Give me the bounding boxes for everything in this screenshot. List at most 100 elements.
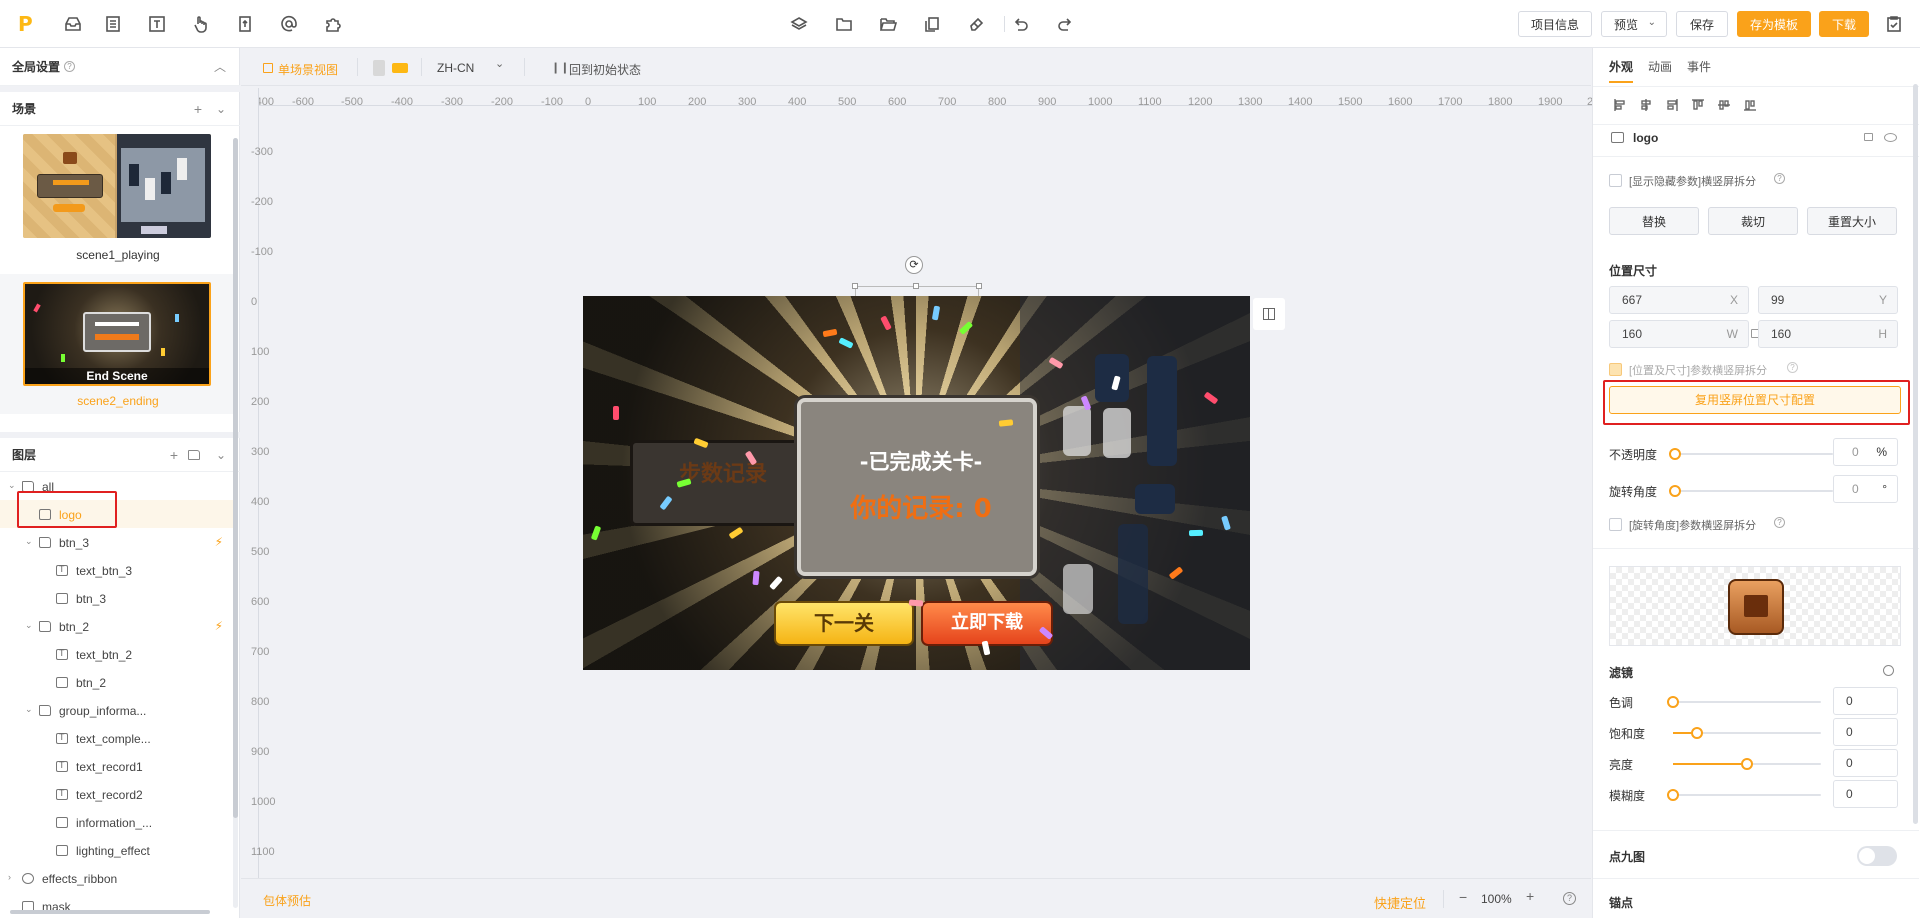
saturation-input[interactable]: 0: [1833, 718, 1898, 746]
folder-icon[interactable]: [832, 12, 856, 36]
layer-item-text-record1[interactable]: text_record1: [0, 752, 236, 780]
text-icon[interactable]: [145, 12, 169, 36]
position-split-checkbox[interactable]: [1609, 363, 1622, 376]
language-select[interactable]: ZH-CN ⌄: [435, 56, 515, 78]
chevron-right-icon[interactable]: ›: [8, 872, 11, 882]
left-scrollbar-thumb[interactable]: [233, 138, 238, 818]
blur-input[interactable]: 0: [1833, 780, 1898, 808]
upload-icon[interactable]: [233, 12, 257, 36]
at-icon[interactable]: [277, 12, 301, 36]
scene-card-scene1[interactable]: scene1_playing: [0, 128, 236, 268]
slider-knob[interactable]: [1667, 789, 1679, 801]
x-input[interactable]: 667 X: [1609, 286, 1749, 314]
layer-item-lighting-effect[interactable]: lighting_effect: [0, 836, 236, 864]
resize-handle[interactable]: [913, 283, 919, 289]
inbox-icon[interactable]: [61, 12, 85, 36]
slider-knob[interactable]: [1741, 758, 1753, 770]
filter-reset-icon[interactable]: [1883, 665, 1894, 676]
align-center-h-icon[interactable]: [1639, 98, 1655, 112]
eraser-icon[interactable]: [964, 12, 988, 36]
help-icon[interactable]: ?: [1563, 892, 1576, 905]
chevron-up-icon[interactable]: ︿: [214, 58, 226, 75]
layer-item-group-informa[interactable]: ⌄ group_informa...: [0, 696, 236, 724]
download-now-button[interactable]: 立即下载: [921, 601, 1053, 646]
help-icon[interactable]: ?: [1787, 362, 1798, 373]
help-icon[interactable]: ?: [1774, 173, 1785, 184]
bg-color-swatch-yellow[interactable]: [392, 63, 408, 73]
layer-item-btn-2[interactable]: btn_2: [0, 668, 236, 696]
bg-color-swatch-gray[interactable]: [373, 60, 385, 76]
project-info-button[interactable]: 项目信息: [1518, 11, 1592, 37]
width-input[interactable]: 160 W: [1609, 320, 1749, 348]
hand-icon[interactable]: [189, 12, 213, 36]
slider-knob[interactable]: [1669, 448, 1681, 460]
layer-item-btn-2[interactable]: ⌄ btn_2 ⚡: [0, 612, 236, 640]
layout-icon[interactable]: [101, 12, 125, 36]
save-template-button[interactable]: 存为模板: [1737, 11, 1811, 37]
help-icon[interactable]: ?: [1774, 517, 1785, 528]
opacity-slider[interactable]: [1669, 448, 1833, 460]
chevron-down-icon[interactable]: ⌄: [216, 102, 226, 116]
bolt-icon[interactable]: ⚡: [215, 535, 223, 549]
add-scene-icon[interactable]: +: [194, 101, 202, 117]
y-input[interactable]: 99 Y: [1758, 286, 1898, 314]
package-estimate-link[interactable]: 包体预估: [263, 892, 311, 909]
right-scrollbar-thumb[interactable]: [1913, 84, 1918, 824]
global-settings-header[interactable]: 全局设置 ? ︿: [0, 48, 240, 86]
layer-item-effects-ribbon[interactable]: › effects_ribbon: [0, 864, 236, 892]
tab-appearance[interactable]: 外观: [1609, 58, 1634, 83]
help-icon[interactable]: ?: [64, 61, 76, 72]
tab-animation[interactable]: 动画: [1648, 58, 1672, 75]
rotation-slider[interactable]: [1669, 485, 1833, 497]
bolt-icon[interactable]: ⚡: [215, 619, 223, 633]
align-middle-v-icon[interactable]: [1717, 98, 1733, 112]
brightness-slider[interactable]: [1673, 758, 1821, 770]
resize-handle[interactable]: [976, 283, 982, 289]
chevron-down-icon[interactable]: ⌄: [25, 704, 33, 715]
slider-knob[interactable]: [1669, 485, 1681, 497]
puzzle-icon[interactable]: [321, 12, 345, 36]
undo-icon[interactable]: [1009, 12, 1033, 36]
brightness-input[interactable]: 0: [1833, 749, 1898, 777]
save-button[interactable]: 保存: [1676, 11, 1728, 37]
layout-toggle-icon[interactable]: [1253, 298, 1285, 330]
layers-icon[interactable]: [787, 12, 811, 36]
download-button[interactable]: 下载: [1819, 11, 1869, 37]
rotation-input[interactable]: 0 °: [1833, 475, 1898, 503]
align-top-icon[interactable]: [1691, 98, 1707, 112]
layer-item-text-btn-2[interactable]: text_btn_2: [0, 640, 236, 668]
preview-dropdown[interactable]: 预览 ⌄: [1601, 11, 1667, 37]
zoom-out-button[interactable]: −: [1459, 889, 1467, 905]
redo-icon[interactable]: [1053, 12, 1077, 36]
chevron-down-icon[interactable]: ⌄: [25, 536, 33, 547]
rotate-handle[interactable]: ⟳: [905, 256, 923, 274]
resize-handle[interactable]: [852, 283, 858, 289]
add-layer-icon[interactable]: +: [170, 447, 178, 463]
hue-slider[interactable]: [1667, 696, 1821, 708]
align-left-icon[interactable]: [1613, 98, 1629, 112]
single-scene-view[interactable]: 单场景视图: [278, 61, 338, 78]
lock-icon[interactable]: [1864, 133, 1873, 141]
opacity-input[interactable]: 0%: [1833, 438, 1898, 466]
reset-state-button[interactable]: 回到初始状态: [569, 61, 641, 78]
zoom-in-button[interactable]: +: [1526, 888, 1534, 904]
scene-card-scene2[interactable]: End Scene scene2_ending: [0, 274, 236, 414]
copy-icon[interactable]: [920, 12, 944, 36]
layer-item-text-record2[interactable]: text_record2: [0, 780, 236, 808]
eye-icon[interactable]: [1884, 133, 1897, 142]
rotation-split-checkbox[interactable]: [1609, 518, 1622, 531]
replace-button[interactable]: 替换: [1609, 207, 1699, 235]
chevron-down-icon[interactable]: ⌄: [8, 480, 16, 491]
quick-locate-link[interactable]: 快捷定位: [1374, 893, 1426, 912]
layer-item-btn-3[interactable]: ⌄ btn_3 ⚡: [0, 528, 236, 556]
slider-knob[interactable]: [1667, 696, 1679, 708]
crop-button[interactable]: 裁切: [1708, 207, 1798, 235]
next-level-button[interactable]: 下一关: [774, 601, 914, 646]
layer-item-mask[interactable]: mask: [0, 892, 236, 918]
checklist-icon[interactable]: [1882, 12, 1906, 36]
layer-item-text-comple[interactable]: text_comple...: [0, 724, 236, 752]
nine-patch-toggle[interactable]: [1857, 846, 1897, 866]
hue-input[interactable]: 0: [1833, 687, 1898, 715]
game-stage-preview[interactable]: 步数记录 -已完成关卡- 你的记录: 0 下一关 立即下载: [583, 296, 1250, 670]
tab-events[interactable]: 事件: [1687, 58, 1711, 75]
